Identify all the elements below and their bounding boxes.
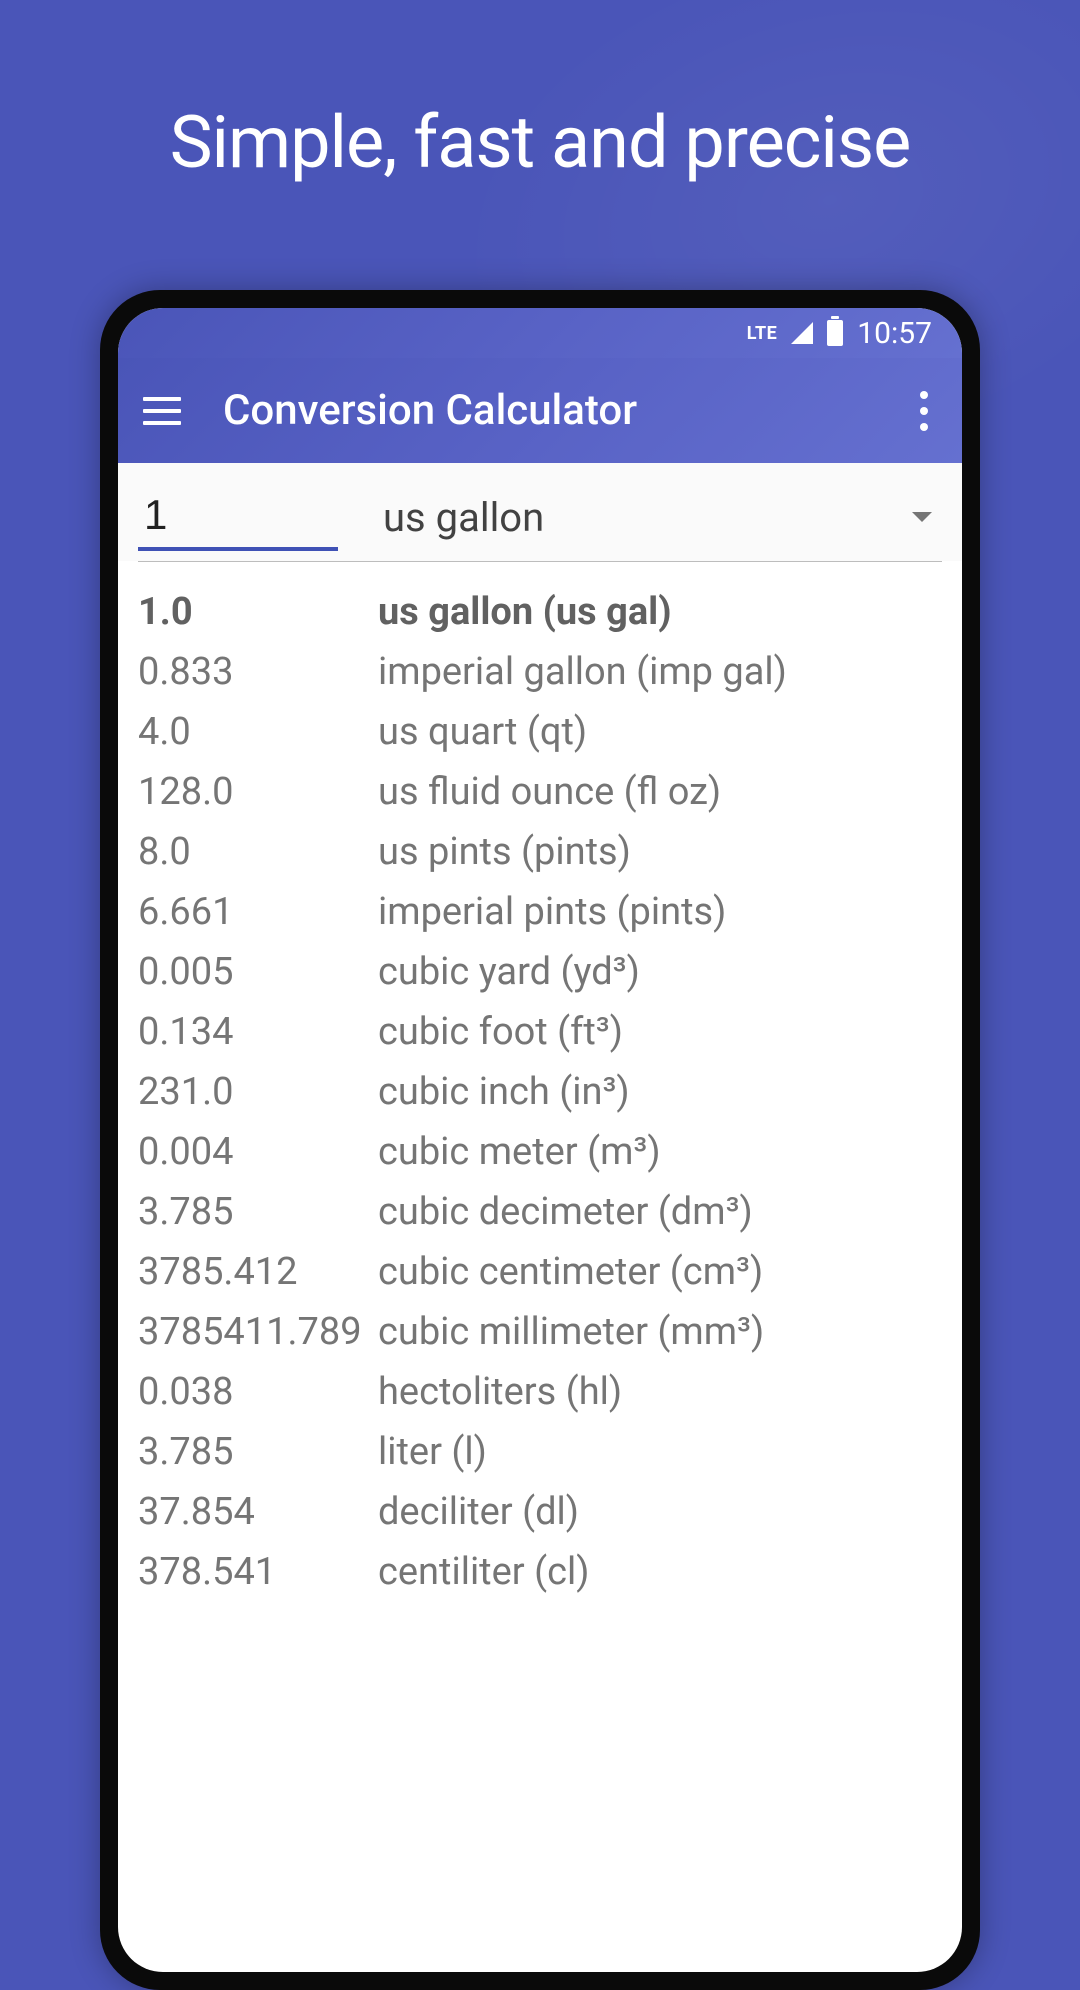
result-row[interactable]: 378.541centiliter (cl) bbox=[138, 1542, 942, 1602]
result-label: cubic millimeter (mm³) bbox=[378, 1310, 764, 1354]
result-value: 37.854 bbox=[138, 1490, 378, 1534]
result-label: imperial pints (pints) bbox=[378, 890, 726, 934]
hamburger-menu-icon[interactable] bbox=[143, 397, 181, 425]
result-value: 8.0 bbox=[138, 830, 378, 874]
result-label: cubic meter (m³) bbox=[378, 1130, 661, 1174]
result-value: 0.005 bbox=[138, 950, 378, 994]
result-row[interactable]: 6.661imperial pints (pints) bbox=[138, 882, 942, 942]
phone-frame: LTE 10:57 Conversion Calculator us gallo… bbox=[100, 290, 980, 1990]
result-label: imperial gallon (imp gal) bbox=[378, 650, 787, 694]
result-value: 1.0 bbox=[138, 590, 378, 634]
result-value: 3785411.789 bbox=[138, 1310, 378, 1354]
result-row[interactable]: 3785.412cubic centimeter (cm³) bbox=[138, 1242, 942, 1302]
app-bar: Conversion Calculator bbox=[118, 358, 962, 463]
app-title: Conversion Calculator bbox=[223, 386, 919, 435]
unit-dropdown[interactable]: us gallon bbox=[383, 494, 942, 541]
result-label: us gallon (us gal) bbox=[378, 590, 672, 634]
result-value: 0.134 bbox=[138, 1010, 378, 1054]
more-options-icon[interactable] bbox=[919, 391, 929, 431]
result-label: cubic centimeter (cm³) bbox=[378, 1250, 763, 1294]
result-label: cubic decimeter (dm³) bbox=[378, 1190, 753, 1234]
result-row[interactable]: 0.134cubic foot (ft³) bbox=[138, 1002, 942, 1062]
value-input[interactable] bbox=[138, 483, 338, 551]
result-value: 0.038 bbox=[138, 1370, 378, 1414]
result-label: us pints (pints) bbox=[378, 830, 631, 874]
result-value: 3785.412 bbox=[138, 1250, 378, 1294]
result-row[interactable]: 3.785cubic decimeter (dm³) bbox=[138, 1182, 942, 1242]
result-row[interactable]: 0.038hectoliters (hl) bbox=[138, 1362, 942, 1422]
result-row[interactable]: 3.785liter (l) bbox=[138, 1422, 942, 1482]
result-row[interactable]: 4.0us quart (qt) bbox=[138, 702, 942, 762]
result-value: 0.833 bbox=[138, 650, 378, 694]
result-label: cubic inch (in³) bbox=[378, 1070, 630, 1114]
result-row[interactable]: 0.833imperial gallon (imp gal) bbox=[138, 642, 942, 702]
result-label: us fluid ounce (fl oz) bbox=[378, 770, 721, 814]
status-bar: LTE 10:57 bbox=[118, 308, 962, 358]
result-label: deciliter (dl) bbox=[378, 1490, 579, 1534]
result-label: cubic yard (yd³) bbox=[378, 950, 640, 994]
lte-indicator: LTE bbox=[747, 323, 778, 344]
result-label: cubic foot (ft³) bbox=[378, 1010, 623, 1054]
result-value: 6.661 bbox=[138, 890, 378, 934]
signal-icon bbox=[791, 322, 813, 344]
result-label: centiliter (cl) bbox=[378, 1550, 589, 1594]
status-time: 10:57 bbox=[857, 316, 932, 351]
result-value: 128.0 bbox=[138, 770, 378, 814]
result-label: liter (l) bbox=[378, 1430, 487, 1474]
result-row[interactable]: 231.0cubic inch (in³) bbox=[138, 1062, 942, 1122]
promo-headline: Simple, fast and precise bbox=[0, 0, 1080, 185]
result-row[interactable]: 0.004cubic meter (m³) bbox=[138, 1122, 942, 1182]
result-value: 378.541 bbox=[138, 1550, 378, 1594]
result-value: 4.0 bbox=[138, 710, 378, 754]
result-value: 3.785 bbox=[138, 1430, 378, 1474]
result-row[interactable]: 128.0us fluid ounce (fl oz) bbox=[138, 762, 942, 822]
result-row[interactable]: 37.854deciliter (dl) bbox=[138, 1482, 942, 1542]
unit-dropdown-label: us gallon bbox=[383, 494, 544, 541]
phone-screen: LTE 10:57 Conversion Calculator us gallo… bbox=[118, 308, 962, 1972]
result-label: us quart (qt) bbox=[378, 710, 587, 754]
result-row[interactable]: 8.0us pints (pints) bbox=[138, 822, 942, 882]
divider bbox=[138, 561, 942, 562]
result-label: hectoliters (hl) bbox=[378, 1370, 622, 1414]
result-value: 231.0 bbox=[138, 1070, 378, 1114]
chevron-down-icon bbox=[912, 512, 932, 522]
result-value: 3.785 bbox=[138, 1190, 378, 1234]
battery-icon bbox=[827, 320, 843, 346]
result-row[interactable]: 1.0us gallon (us gal) bbox=[138, 582, 942, 642]
result-row[interactable]: 0.005cubic yard (yd³) bbox=[138, 942, 942, 1002]
result-value: 0.004 bbox=[138, 1130, 378, 1174]
results-list: 1.0us gallon (us gal)0.833imperial gallo… bbox=[118, 582, 962, 1602]
result-row[interactable]: 3785411.789cubic millimeter (mm³) bbox=[138, 1302, 942, 1362]
input-row: us gallon bbox=[118, 463, 962, 561]
